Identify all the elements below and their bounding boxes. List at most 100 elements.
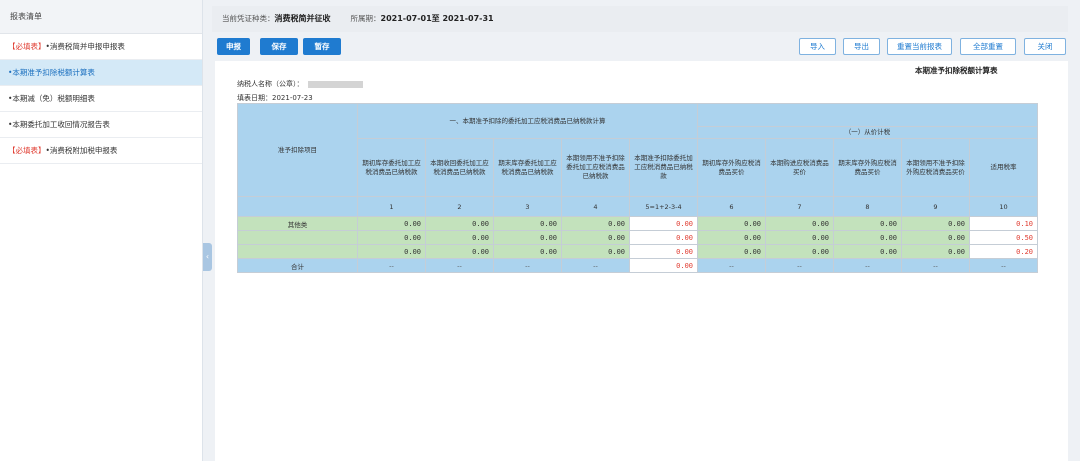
tax-rate-cell: 0.20 bbox=[969, 244, 1038, 259]
col-number: 2 bbox=[425, 196, 494, 217]
col-number: 8 bbox=[833, 196, 902, 217]
fill-date-line: 填表日期：2021-07-23 bbox=[237, 93, 313, 103]
total-cell: -- bbox=[969, 258, 1038, 273]
value-cell[interactable]: 0.00 bbox=[493, 216, 562, 231]
total-cell: -- bbox=[425, 258, 494, 273]
sidebar-item-label: •消费税附加税申报表 bbox=[45, 146, 118, 155]
value-cell[interactable]: 0.00 bbox=[901, 244, 970, 259]
col-header: 期初库存外购应税消费品买价 bbox=[697, 138, 766, 197]
total-row: 合计 -- -- -- -- 0.00 -- -- -- -- -- bbox=[237, 258, 1038, 273]
taxpayer-name-line: 纳税人名称（公章）： bbox=[237, 79, 363, 89]
sidebar-item-label: •消费税简并申报申报表 bbox=[45, 42, 125, 51]
value-cell[interactable]: 0.00 bbox=[901, 216, 970, 231]
sidebar-item-entrusted-processing-report[interactable]: •本期委托加工收回情况报告表 bbox=[0, 112, 202, 138]
declare-button[interactable]: 申报 bbox=[217, 38, 250, 55]
save-button[interactable]: 保存 bbox=[260, 38, 298, 55]
row-label: 其他类 bbox=[237, 216, 358, 231]
value-cell[interactable]: 0.00 bbox=[425, 244, 494, 259]
sidebar-item-surtax-return[interactable]: 【必填表】•消费税附加税申报表 bbox=[0, 138, 202, 164]
value-cell[interactable]: 0.00 bbox=[833, 230, 902, 245]
total-cell: -- bbox=[833, 258, 902, 273]
computed-cell: 0.00 bbox=[629, 216, 698, 231]
value-cell[interactable]: 0.00 bbox=[357, 244, 426, 259]
group-header-blank bbox=[697, 103, 1038, 127]
col-header: 期初库存委托加工应税消费品已纳税款 bbox=[357, 138, 426, 197]
col-header: 本期收回委托加工应税消费品已纳税款 bbox=[425, 138, 494, 197]
value-cell[interactable]: 0.00 bbox=[561, 216, 630, 231]
col-number: 1 bbox=[357, 196, 426, 217]
sidebar-item-consumption-tax-return[interactable]: 【必填表】•消费税简并申报申报表 bbox=[0, 34, 202, 60]
col-number-blank bbox=[237, 196, 358, 217]
sidebar-item-tax-reduction-detail[interactable]: •本期减（免）税额明细表 bbox=[0, 86, 202, 112]
col-number: 6 bbox=[697, 196, 766, 217]
col-header: 本期购进应税消费品买价 bbox=[765, 138, 834, 197]
value-cell[interactable]: 0.00 bbox=[357, 230, 426, 245]
total-cell: -- bbox=[561, 258, 630, 273]
row-header-cell: 准予扣除项目 bbox=[237, 103, 358, 197]
value-cell[interactable]: 0.00 bbox=[425, 230, 494, 245]
sidebar-header: 报表清单 bbox=[0, 0, 202, 34]
col-number: 7 bbox=[765, 196, 834, 217]
col-header: 期末库存委托加工应税消费品已纳税款 bbox=[493, 138, 562, 197]
value-cell[interactable]: 0.00 bbox=[425, 216, 494, 231]
col-header: 本期领用不准予扣除外购应税消费品买价 bbox=[901, 138, 970, 197]
deductible-tax-table: 准予扣除项目 一、本期准予扣除的委托加工应税消费品已纳税款计算 （一）从价计税 … bbox=[237, 103, 1038, 273]
report-panel: 本期准予扣除税额计算表 纳税人名称（公章）： 填表日期：2021-07-23 准… bbox=[215, 61, 1068, 461]
close-button[interactable]: 关闭 bbox=[1024, 38, 1066, 55]
total-cell: -- bbox=[357, 258, 426, 273]
toolbar: 申报 保存 暂存 导入 导出 重置当前报表 全部重置 关闭 bbox=[212, 37, 1068, 57]
value-cell[interactable]: 0.00 bbox=[765, 244, 834, 259]
col-number: 5=1+2-3-4 bbox=[629, 196, 698, 217]
value-cell[interactable]: 0.00 bbox=[833, 244, 902, 259]
table-row: 其他类 0.00 0.00 0.00 0.00 0.00 0.00 0.00 0… bbox=[237, 216, 1038, 231]
export-button[interactable]: 导出 bbox=[843, 38, 880, 55]
tax-rate-cell: 0.10 bbox=[969, 216, 1038, 231]
sidebar-item-label: •本期委托加工收回情况报告表 bbox=[8, 120, 110, 129]
reset-all-button[interactable]: 全部重置 bbox=[960, 38, 1016, 55]
value-cell[interactable]: 0.00 bbox=[561, 244, 630, 259]
draft-button[interactable]: 暂存 bbox=[303, 38, 341, 55]
reset-current-button[interactable]: 重置当前报表 bbox=[887, 38, 952, 55]
value-cell[interactable]: 0.00 bbox=[697, 244, 766, 259]
import-button[interactable]: 导入 bbox=[799, 38, 836, 55]
group-header-ad-valorem: （一）从价计税 bbox=[697, 126, 1038, 139]
row-label bbox=[237, 244, 358, 259]
voucher-info-bar: 当前凭证种类：消费税简并征收 所属期：2021-07-01至 2021-07-31 bbox=[212, 6, 1068, 32]
value-cell[interactable]: 0.00 bbox=[901, 230, 970, 245]
value-cell[interactable]: 0.00 bbox=[697, 216, 766, 231]
total-computed-cell: 0.00 bbox=[629, 258, 698, 273]
total-cell: -- bbox=[901, 258, 970, 273]
value-cell[interactable]: 0.00 bbox=[493, 230, 562, 245]
col-number: 10 bbox=[969, 196, 1038, 217]
period-label: 所属期： bbox=[350, 14, 381, 23]
value-cell[interactable]: 0.00 bbox=[833, 216, 902, 231]
value-cell[interactable]: 0.00 bbox=[765, 230, 834, 245]
col-header: 本期准予扣除委托加工应税消费品已纳税款 bbox=[629, 138, 698, 197]
computed-cell: 0.00 bbox=[629, 244, 698, 259]
total-cell: -- bbox=[493, 258, 562, 273]
sidebar-item-label: •本期准予扣除税额计算表 bbox=[8, 68, 95, 77]
voucher-type-value: 消费税简并征收 bbox=[274, 14, 331, 23]
col-header: 期末库存外购应税消费品买价 bbox=[833, 138, 902, 197]
value-cell[interactable]: 0.00 bbox=[561, 230, 630, 245]
value-cell[interactable]: 0.00 bbox=[697, 230, 766, 245]
value-cell[interactable]: 0.00 bbox=[765, 216, 834, 231]
fill-date-value: 2021-07-23 bbox=[272, 94, 313, 102]
computed-cell: 0.00 bbox=[629, 230, 698, 245]
sidebar-collapse-handle[interactable]: ‹ bbox=[203, 243, 212, 271]
col-number: 4 bbox=[561, 196, 630, 217]
taxpayer-name-label: 纳税人名称（公章）： bbox=[237, 80, 304, 88]
group-header-entrusted: 一、本期准予扣除的委托加工应税消费品已纳税款计算 bbox=[357, 103, 698, 139]
sidebar-item-deductible-tax-calc[interactable]: •本期准予扣除税额计算表 bbox=[0, 60, 202, 86]
sidebar-item-label: •本期减（免）税额明细表 bbox=[8, 94, 95, 103]
total-cell: -- bbox=[697, 258, 766, 273]
required-tag: 【必填表】 bbox=[8, 42, 46, 51]
fill-date-label: 填表日期： bbox=[237, 94, 272, 102]
value-cell[interactable]: 0.00 bbox=[493, 244, 562, 259]
value-cell[interactable]: 0.00 bbox=[357, 216, 426, 231]
report-list-sidebar: 报表清单 【必填表】•消费税简并申报申报表 •本期准予扣除税额计算表 •本期减（… bbox=[0, 0, 203, 461]
col-header: 适用税率 bbox=[969, 138, 1038, 197]
total-cell: -- bbox=[765, 258, 834, 273]
total-label: 合计 bbox=[237, 258, 358, 273]
report-title: 本期准予扣除税额计算表 bbox=[915, 66, 998, 75]
